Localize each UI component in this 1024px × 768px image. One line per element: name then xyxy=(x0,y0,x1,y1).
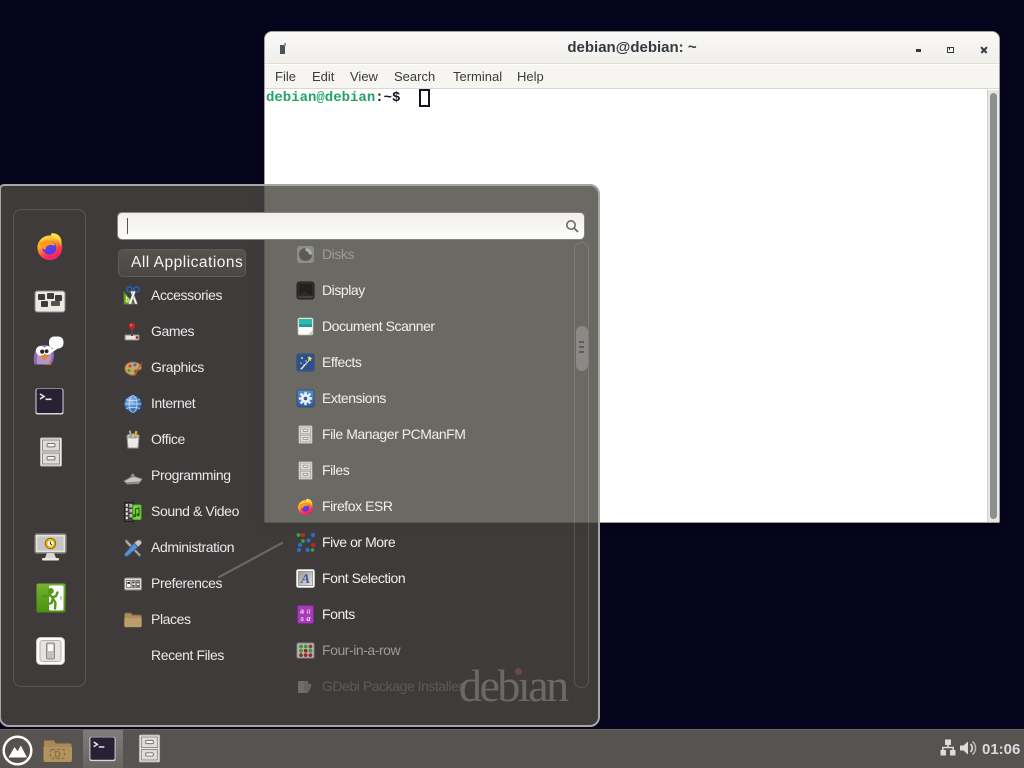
svg-text:a: a xyxy=(307,614,311,623)
svg-text:D: D xyxy=(54,750,61,760)
svg-text:a: a xyxy=(300,614,304,623)
svg-text:A: A xyxy=(300,572,310,587)
